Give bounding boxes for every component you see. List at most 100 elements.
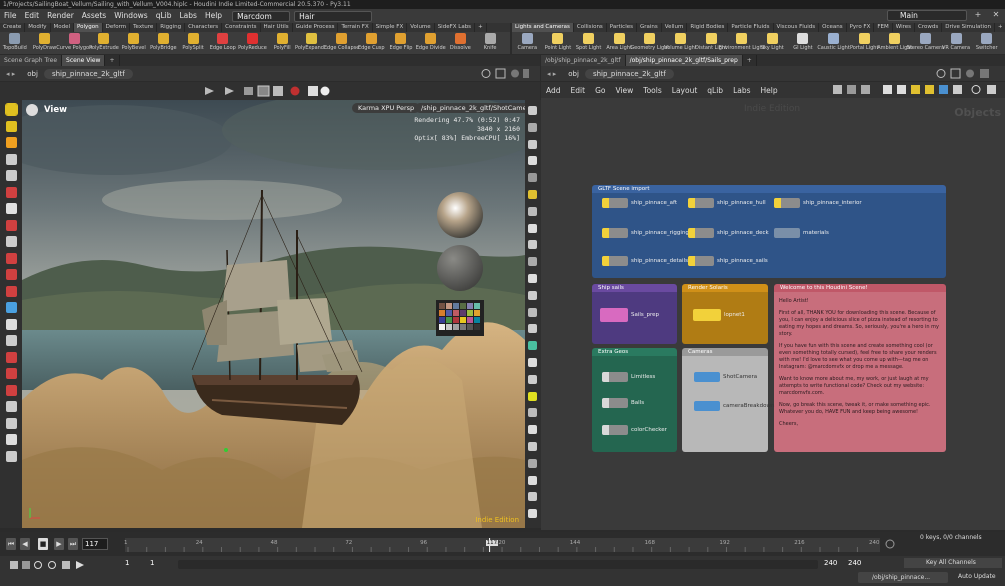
add-tab-button[interactable]: + (105, 55, 120, 66)
viewport-tool-14-icon[interactable] (6, 318, 17, 330)
tool-polybridge[interactable]: PolyBridge (149, 32, 179, 54)
range-end-field[interactable]: 240 (824, 559, 844, 570)
right-tab-rigid-bodies[interactable]: Rigid Bodies (687, 23, 729, 32)
viewport-tool-12-icon[interactable] (6, 285, 17, 297)
display-option-25-icon[interactable] (528, 509, 537, 519)
display-option-9-icon[interactable] (528, 240, 537, 250)
net-menu-add[interactable]: Add (541, 86, 566, 95)
range-start2-field[interactable]: 1 (150, 559, 172, 570)
display-option-18-icon[interactable] (528, 391, 537, 401)
status-path[interactable]: /obj/ship_pinnace... (858, 572, 948, 583)
node-camerabreakdown[interactable]: cameraBreakdown (694, 401, 774, 411)
back-icon[interactable]: ◂ ▸ (541, 70, 562, 78)
playbar-tools-icons[interactable] (8, 560, 88, 570)
viewport-tool-2-icon[interactable] (6, 120, 17, 132)
display-option-5-icon[interactable] (528, 173, 537, 183)
net-menu-go[interactable]: Go (590, 86, 610, 95)
node-ship-pinnace-hull[interactable]: ship_pinnace_hull (688, 198, 766, 208)
display-option-10-icon[interactable] (528, 257, 537, 267)
display-option-1-icon[interactable] (528, 106, 537, 115)
add-desktop-button[interactable]: + (973, 10, 983, 20)
right-tab-particle-fluids[interactable]: Particle Fluids (728, 23, 774, 32)
tool-point-light[interactable]: Point Light (543, 32, 574, 54)
tool-gi-light[interactable]: GI Light (788, 32, 819, 54)
left-tab-hair-utils[interactable]: Hair Utils (261, 23, 293, 32)
tool-polydraw[interactable]: PolyDraw (30, 32, 60, 54)
left-tab-simple-fx[interactable]: Simple FX (373, 23, 408, 32)
scene-viewport[interactable]: View Karma XPU Persp /ship_pinnace_2k_gl… (22, 100, 525, 528)
menu-render[interactable]: Render (43, 9, 78, 23)
tab-network-sails-prep[interactable]: /obj/ship_pinnace_2k_gltf/Sails_prep (625, 55, 743, 66)
node-shotcamera[interactable]: ShotCamera (694, 372, 757, 382)
tool-edge-collapse[interactable]: Edge Collapse (324, 32, 359, 54)
display-option-17-icon[interactable] (528, 374, 537, 384)
tab-scene-graph-tree[interactable]: Scene Graph Tree (0, 55, 63, 66)
viewport-tool-18-icon[interactable] (6, 384, 17, 396)
add-tab-button[interactable]: + (742, 55, 757, 66)
left-tab-modify[interactable]: Modify (25, 23, 51, 32)
tool-sky-light[interactable]: Sky Light (757, 32, 788, 54)
tool-ambient-light[interactable]: Ambient Light (877, 32, 912, 54)
network-tools-icons[interactable] (831, 83, 1001, 97)
right-tab-pyro-fx[interactable]: Pyro FX (847, 23, 875, 32)
left-tab-constraints[interactable]: Constraints (222, 23, 261, 32)
tool-edge-flip[interactable]: Edge Flip (386, 32, 416, 54)
viewport-tool-7-icon[interactable] (6, 203, 17, 214)
path-ship[interactable]: ship_pinnace_2k_gltf (584, 68, 674, 79)
current-frame-field[interactable]: 117 (82, 538, 108, 550)
viewport-tool-21-icon[interactable] (6, 434, 17, 445)
tab-network-root[interactable]: /obj/ship_pinnace_2k_gltf (541, 55, 626, 66)
left-tab-characters[interactable]: Characters (185, 23, 223, 32)
viewport-tool-19-icon[interactable] (6, 401, 17, 412)
tool-polybevel[interactable]: PolyBevel (119, 32, 149, 54)
display-option-15-icon[interactable] (528, 341, 537, 351)
camera-select[interactable]: /ship_pinnace_2k_gltf/ShotCamera (415, 103, 525, 113)
timeline-options-icon[interactable] (880, 538, 900, 550)
jump-end-button[interactable]: ⏭ (68, 538, 78, 550)
tool-polyextrude[interactable]: PolyExtrude (89, 32, 119, 54)
viewport-tool-15-icon[interactable] (6, 335, 17, 346)
node-lopnet1[interactable]: lopnet1 (693, 309, 745, 321)
tool-spot-light[interactable]: Spot Light (573, 32, 604, 54)
right-tab-collisions[interactable]: Collisions (574, 23, 607, 32)
display-option-24-icon[interactable] (528, 492, 537, 502)
viewport-tool-1-icon[interactable] (5, 103, 18, 116)
left-tab-volume[interactable]: Volume (407, 23, 435, 32)
viewport-tool-5-icon[interactable] (6, 170, 17, 181)
display-option-7-icon[interactable] (528, 206, 537, 216)
netbox-welcome[interactable]: Welcome to this Houdini Scene! Hello Art… (774, 284, 946, 452)
node-ship-pinnace-aft[interactable]: ship_pinnace_aft (602, 198, 677, 208)
right-tab-grains[interactable]: Grains (637, 23, 662, 32)
tool-camera[interactable]: Camera (512, 32, 543, 54)
tool-caustic-light[interactable]: Caustic Light (817, 32, 850, 54)
renderer-select[interactable]: Karma XPU Persp (352, 103, 421, 113)
node-colorchecker[interactable]: colorChecker (602, 425, 667, 435)
node-limitless[interactable]: Limitless (602, 372, 655, 382)
left-tab-texture[interactable]: Texture (130, 23, 158, 32)
main-desktop-select[interactable]: Main (887, 10, 967, 21)
tool-geometry-light[interactable]: Geometry Light (630, 32, 669, 54)
tool-dissolve[interactable]: Dissolve (446, 32, 476, 54)
node-ship-pinnace-sails[interactable]: ship_pinnace_sails (688, 256, 768, 266)
viewport-tool-17-icon[interactable] (6, 368, 17, 379)
left-tab-guide-process[interactable]: Guide Process (293, 23, 339, 32)
viewport-tool-3-icon[interactable] (6, 137, 17, 148)
display-option-12-icon[interactable] (528, 290, 537, 300)
path-ship[interactable]: ship_pinnace_2k_gltf (43, 68, 133, 79)
right-tab-oceans[interactable]: Oceans (819, 23, 847, 32)
display-option-21-icon[interactable] (528, 442, 537, 451)
node-ship-pinnace-deck[interactable]: ship_pinnace_deck (688, 228, 769, 238)
menu-assets[interactable]: Assets (78, 9, 110, 23)
viewport-tool-11-icon[interactable] (6, 269, 17, 280)
view-label[interactable]: View (26, 104, 67, 116)
net-menu-tools[interactable]: Tools (638, 86, 666, 95)
node-ship-pinnace-details[interactable]: ship_pinnace_details (602, 256, 688, 266)
viewport-tool-16-icon[interactable] (6, 351, 17, 363)
tool-polyfill[interactable]: PolyFill (267, 32, 297, 54)
netbox-cameras[interactable]: Cameras (682, 348, 768, 452)
menu-file[interactable]: File (0, 9, 21, 23)
close-icon[interactable]: ✕ (991, 10, 1001, 20)
display-option-14-icon[interactable] (528, 324, 537, 334)
path-tools-icon[interactable] (935, 68, 995, 79)
path-obj[interactable]: obj (562, 70, 585, 78)
